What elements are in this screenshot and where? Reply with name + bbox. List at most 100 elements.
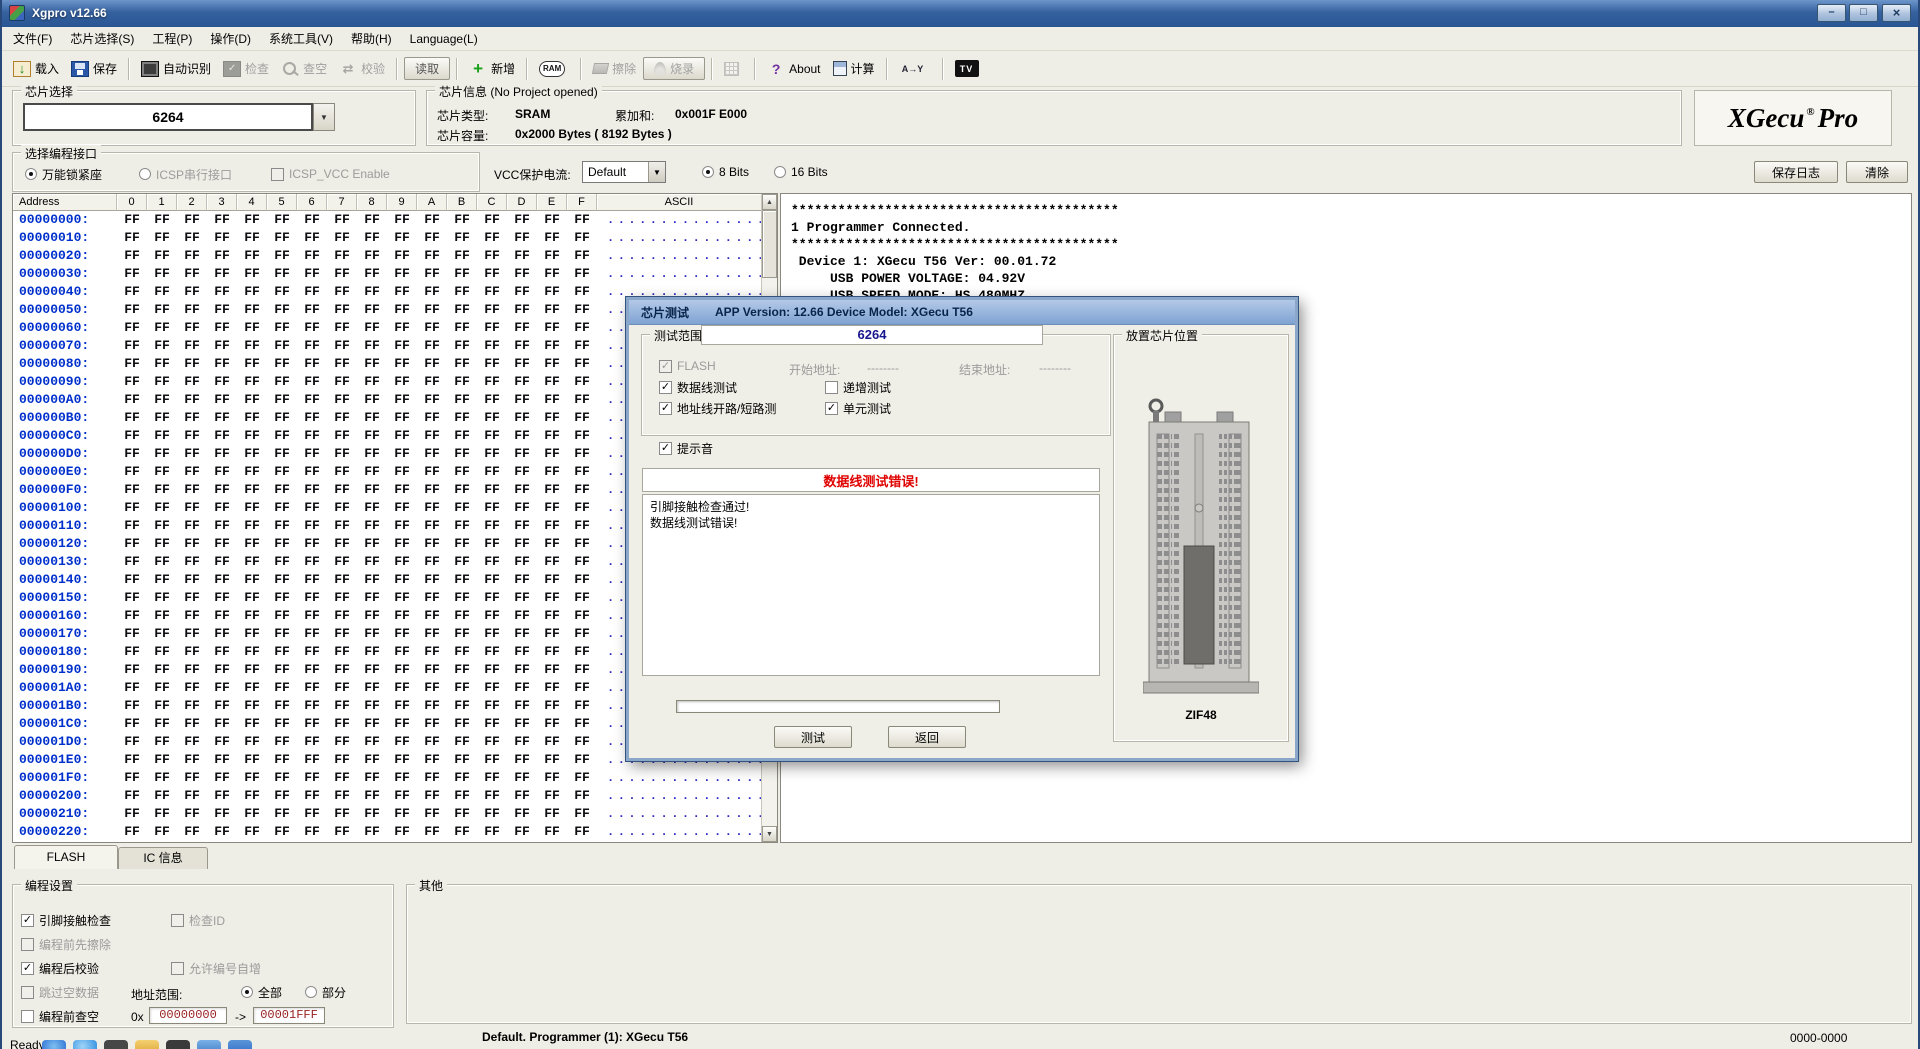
hex-byte[interactable]: FF [267,337,297,355]
hex-byte[interactable]: FF [537,787,567,805]
hex-byte[interactable]: FF [477,751,507,769]
hex-byte[interactable]: FF [447,607,477,625]
hex-byte[interactable]: FF [357,391,387,409]
hex-byte[interactable]: FF [387,301,417,319]
hex-byte[interactable]: FF [417,697,447,715]
toolbar-about-button[interactable]: ?About [762,58,825,80]
hex-byte[interactable]: FF [207,337,237,355]
hex-byte[interactable]: FF [477,571,507,589]
hex-byte[interactable]: FF [477,229,507,247]
hex-byte[interactable]: FF [297,535,327,553]
hex-byte[interactable]: FF [327,787,357,805]
hex-byte[interactable]: FF [327,679,357,697]
hex-byte[interactable]: FF [267,265,297,283]
hex-byte[interactable]: FF [417,787,447,805]
hex-byte[interactable]: FF [267,625,297,643]
hex-byte[interactable]: FF [177,301,207,319]
hex-byte[interactable]: FF [567,481,597,499]
hex-byte[interactable]: FF [117,769,147,787]
hex-byte[interactable]: FF [417,301,447,319]
hex-byte[interactable]: FF [237,481,267,499]
hex-byte[interactable]: FF [267,427,297,445]
hex-byte[interactable]: FF [267,823,297,841]
hex-byte[interactable]: FF [237,805,267,823]
hex-byte[interactable]: FF [537,499,567,517]
checkbox-data-line-test[interactable]: 数据线测试 [659,380,737,394]
hex-byte[interactable]: FF [267,481,297,499]
hex-byte[interactable]: FF [297,571,327,589]
hex-byte[interactable]: FF [147,337,177,355]
hex-byte[interactable]: FF [417,823,447,841]
hex-byte[interactable]: FF [237,733,267,751]
hex-byte[interactable]: FF [357,211,387,229]
hex-byte[interactable]: FF [207,535,237,553]
hex-byte[interactable]: FF [237,697,267,715]
hex-byte[interactable]: FF [477,733,507,751]
hex-byte[interactable]: FF [387,805,417,823]
radio-8-bits[interactable]: 8 Bits [702,165,749,179]
hex-byte[interactable]: FF [567,679,597,697]
hex-byte[interactable]: FF [267,373,297,391]
toolbar-load-button[interactable]: ↓载入 [8,57,64,80]
hex-byte[interactable]: FF [207,319,237,337]
hex-byte[interactable]: FF [447,337,477,355]
hex-byte[interactable]: FF [567,535,597,553]
hex-byte[interactable]: FF [507,391,537,409]
tab-flash[interactable]: FLASH [14,845,118,869]
hex-byte[interactable]: FF [147,679,177,697]
hex-byte[interactable]: FF [567,229,597,247]
hex-byte[interactable]: FF [477,445,507,463]
hex-byte[interactable]: FF [267,301,297,319]
scrollbar-thumb[interactable] [762,210,777,278]
hex-byte[interactable]: FF [207,643,237,661]
hex-byte[interactable]: FF [327,517,357,535]
hex-byte[interactable]: FF [237,517,267,535]
hex-byte[interactable]: FF [297,427,327,445]
hex-byte[interactable]: FF [417,535,447,553]
hex-byte[interactable]: FF [357,607,387,625]
hex-byte[interactable]: FF [237,211,267,229]
hex-byte[interactable]: FF [567,787,597,805]
hex-byte[interactable]: FF [117,499,147,517]
hex-byte[interactable]: FF [447,517,477,535]
hex-byte[interactable]: FF [537,427,567,445]
hex-byte[interactable]: FF [327,211,357,229]
hex-byte[interactable]: FF [357,661,387,679]
hex-byte[interactable]: FF [207,787,237,805]
hex-byte[interactable]: FF [327,751,357,769]
toolbar-add-button[interactable]: +新增 [464,57,520,80]
hex-byte[interactable]: FF [177,643,207,661]
hex-byte[interactable]: FF [357,625,387,643]
hex-byte[interactable]: FF [387,589,417,607]
hex-byte[interactable]: FF [177,445,207,463]
hex-byte[interactable]: FF [537,697,567,715]
hex-byte[interactable]: FF [327,409,357,427]
chip-select-dropdown-button[interactable] [313,103,335,131]
hex-byte[interactable]: FF [417,373,447,391]
hex-byte[interactable]: FF [417,211,447,229]
hex-byte[interactable]: FF [447,805,477,823]
radio-range-part[interactable]: 部分 [305,985,346,999]
browser-icon[interactable] [197,1040,221,1049]
hex-byte[interactable]: FF [327,283,357,301]
hex-byte[interactable]: FF [297,211,327,229]
toolbar-logic-button[interactable]: A→Y [894,58,936,80]
hex-byte[interactable]: FF [147,823,177,841]
hex-byte[interactable]: FF [147,751,177,769]
hex-byte[interactable]: FF [207,769,237,787]
hex-byte[interactable]: FF [537,715,567,733]
hex-byte[interactable]: FF [207,571,237,589]
hex-byte[interactable]: FF [507,319,537,337]
chip-select-combo[interactable]: 6264 [23,103,313,131]
hex-byte[interactable]: FF [567,661,597,679]
hex-byte[interactable]: FF [567,373,597,391]
hex-byte[interactable]: FF [117,229,147,247]
hex-byte[interactable]: FF [327,481,357,499]
hex-byte[interactable]: FF [117,373,147,391]
hex-byte[interactable]: FF [267,211,297,229]
hex-byte[interactable]: FF [567,571,597,589]
hex-byte[interactable]: FF [177,553,207,571]
hex-byte[interactable]: FF [207,463,237,481]
checkbox-pin-contact-check[interactable]: 引脚接触检查 [21,913,111,927]
hex-byte[interactable]: FF [237,823,267,841]
